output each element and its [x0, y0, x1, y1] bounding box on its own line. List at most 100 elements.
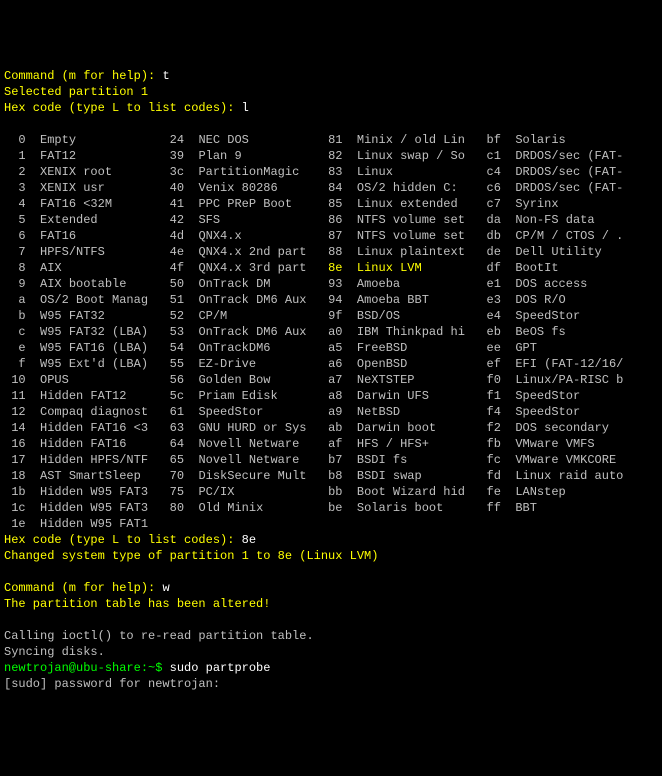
partition-code: 4d — [162, 229, 198, 243]
partition-code: 56 — [162, 373, 198, 387]
partition-name: Linux/PA-RISC b — [515, 373, 630, 387]
partition-code: 9f — [321, 309, 357, 323]
terminal-line: Syncing disks. — [4, 644, 658, 660]
partition-code: 86 — [321, 213, 357, 227]
terminal-text: w — [162, 581, 169, 595]
terminal-text: Syncing disks. — [4, 645, 105, 659]
partition-code: 83 — [321, 165, 357, 179]
partition-code: a — [4, 293, 40, 307]
partition-code: 1 — [4, 149, 40, 163]
partition-name: AST SmartSleep — [40, 469, 162, 483]
partition-code: 8 — [4, 261, 40, 275]
partition-name: GNU HURD or Sys — [198, 421, 320, 435]
partition-code: 64 — [162, 437, 198, 451]
partition-code: 8e — [321, 261, 357, 275]
partition-name: IBM Thinkpad hi — [357, 325, 479, 339]
partition-name: Novell Netware — [198, 437, 320, 451]
partition-name: Solaris — [515, 133, 630, 147]
partition-type-row: 10 OPUS 56 Golden Bow a7 NeXTSTEP f0 Lin… — [4, 372, 658, 388]
partition-name: AIX — [40, 261, 162, 275]
partition-name: Darwin UFS — [357, 389, 479, 403]
partition-code: f2 — [479, 421, 515, 435]
terminal-text: newtrojan@ubu-share:~$ — [4, 661, 170, 675]
partition-code: 3 — [4, 181, 40, 195]
partition-name: Boot Wizard hid — [357, 485, 479, 499]
terminal-line: newtrojan@ubu-share:~$ sudo partprobe — [4, 660, 658, 676]
partition-name: Hidden W95 FAT1 — [40, 517, 162, 531]
terminal-text: Changed system type of partition 1 to 8e… — [4, 549, 378, 563]
partition-code: df — [479, 261, 515, 275]
partition-code: e3 — [479, 293, 515, 307]
partition-code: 2 — [4, 165, 40, 179]
partition-name: QNX4.x 3rd part — [198, 261, 320, 275]
partition-code: 41 — [162, 197, 198, 211]
partition-name: OPUS — [40, 373, 162, 387]
partition-code: 82 — [321, 149, 357, 163]
partition-name: Darwin boot — [357, 421, 479, 435]
partition-name: W95 FAT32 — [40, 309, 162, 323]
partition-code: 24 — [162, 133, 198, 147]
partition-name: CP/M / CTOS / . — [515, 229, 630, 243]
partition-name: Amoeba — [357, 277, 479, 291]
terminal-line: [sudo] password for newtrojan: — [4, 676, 658, 692]
partition-code: c — [4, 325, 40, 339]
partition-name: SpeedStor — [198, 405, 320, 419]
partition-name: NEC DOS — [198, 133, 320, 147]
partition-code: a9 — [321, 405, 357, 419]
partition-code: 87 — [321, 229, 357, 243]
partition-code: 50 — [162, 277, 198, 291]
partition-name: EZ-Drive — [198, 357, 320, 371]
partition-code: 5c — [162, 389, 198, 403]
partition-code: 52 — [162, 309, 198, 323]
partition-code: 70 — [162, 469, 198, 483]
partition-name: Golden Bow — [198, 373, 320, 387]
partition-code: 94 — [321, 293, 357, 307]
partition-name: Solaris boot — [357, 501, 479, 515]
partition-code: 39 — [162, 149, 198, 163]
partition-type-row: 7 HPFS/NTFS 4e QNX4.x 2nd part 88 Linux … — [4, 244, 658, 260]
partition-code: 7 — [4, 245, 40, 259]
partition-type-row: 0 Empty 24 NEC DOS 81 Minix / old Lin bf… — [4, 132, 658, 148]
partition-name: FAT16 — [40, 229, 162, 243]
partition-code: 65 — [162, 453, 198, 467]
partition-name: Compaq diagnost — [40, 405, 162, 419]
partition-name: BSDI swap — [357, 469, 479, 483]
partition-name: SpeedStor — [515, 309, 630, 323]
terminal-line: Command (m for help): t — [4, 68, 658, 84]
terminal-text: Command (m for help): — [4, 69, 162, 83]
partition-name: OpenBSD — [357, 357, 479, 371]
partition-name: Hidden HPFS/NTF — [40, 453, 162, 467]
partition-code: 12 — [4, 405, 40, 419]
partition-name: DiskSecure Mult — [198, 469, 320, 483]
partition-code: 0 — [4, 133, 40, 147]
terminal-line: Hex code (type L to list codes): 8e — [4, 532, 658, 548]
partition-name: HFS / HFS+ — [357, 437, 479, 451]
partition-type-row: 1c Hidden W95 FAT3 80 Old Minix be Solar… — [4, 500, 658, 516]
terminal-text: The partition table has been altered! — [4, 597, 270, 611]
partition-type-row: 17 Hidden HPFS/NTF 65 Novell Netware b7 … — [4, 452, 658, 468]
partition-name: Extended — [40, 213, 162, 227]
partition-code: 81 — [321, 133, 357, 147]
partition-code: 18 — [4, 469, 40, 483]
partition-type-row: 5 Extended 42 SFS 86 NTFS volume set da … — [4, 212, 658, 228]
partition-name: Hidden W95 FAT3 — [40, 485, 162, 499]
partition-code: e4 — [479, 309, 515, 323]
partition-name: Syrinx — [515, 197, 630, 211]
terminal-output: Command (m for help): tSelected partitio… — [4, 68, 658, 692]
terminal-line: Hex code (type L to list codes): l — [4, 100, 658, 116]
terminal-line: Command (m for help): w — [4, 580, 658, 596]
partition-name: DRDOS/sec (FAT- — [515, 181, 630, 195]
partition-code: 4e — [162, 245, 198, 259]
partition-type-row: 8 AIX 4f QNX4.x 3rd part 8e Linux LVM df… — [4, 260, 658, 276]
terminal-line: The partition table has been altered! — [4, 596, 658, 612]
partition-code: eb — [479, 325, 515, 339]
partition-name: FAT16 <32M — [40, 197, 162, 211]
partition-name: Empty — [40, 133, 162, 147]
partition-name: FAT12 — [40, 149, 162, 163]
partition-name: VMware VMFS — [515, 437, 630, 451]
partition-type-row: 2 XENIX root 3c PartitionMagic 83 Linux … — [4, 164, 658, 180]
partition-type-row: c W95 FAT32 (LBA) 53 OnTrack DM6 Aux a0 … — [4, 324, 658, 340]
partition-name: W95 Ext'd (LBA) — [40, 357, 162, 371]
partition-type-row: a OS/2 Boot Manag 51 OnTrack DM6 Aux 94 … — [4, 292, 658, 308]
partition-code: ef — [479, 357, 515, 371]
